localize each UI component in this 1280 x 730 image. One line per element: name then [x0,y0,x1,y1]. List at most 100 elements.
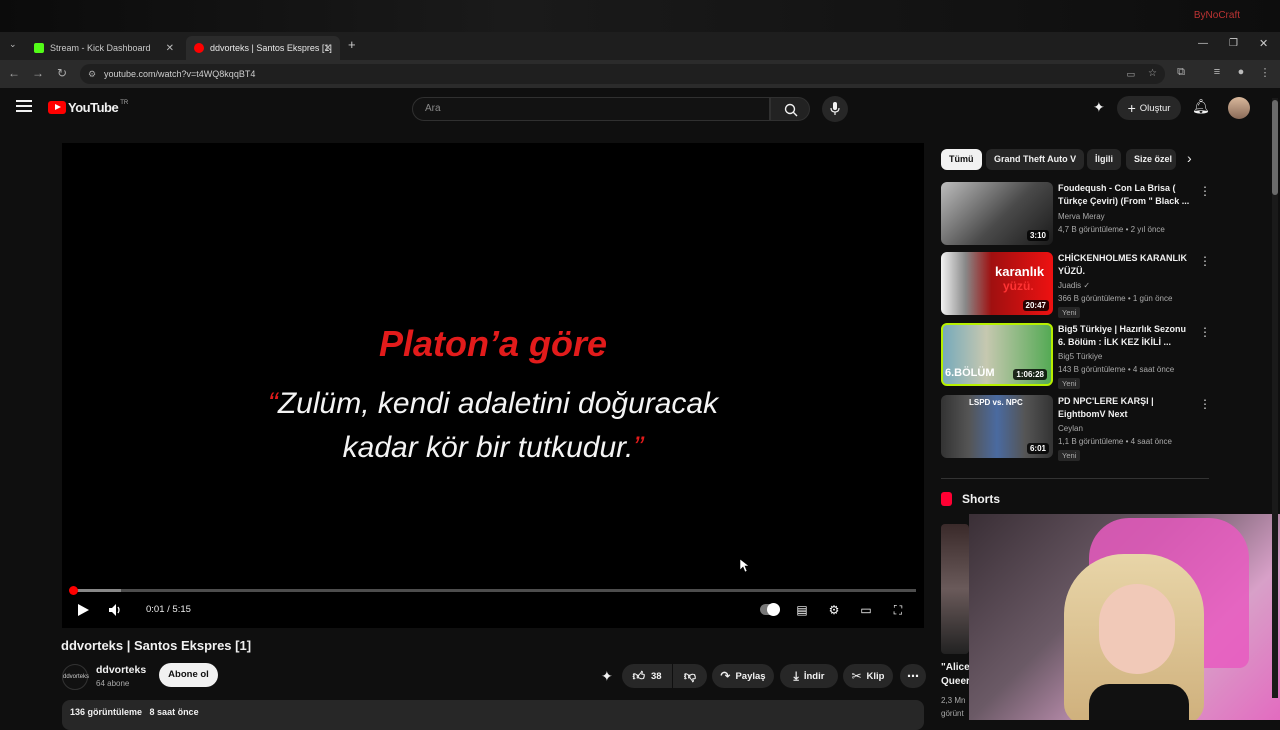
microphone-icon [830,102,840,115]
thumbs-up-icon: 👍︎ [632,668,645,683]
account-avatar[interactable] [1228,97,1250,119]
thumb-text: LSPD vs. NPC [969,398,1023,407]
rec-channel[interactable]: Juadis ✓ [1058,281,1090,290]
short-title[interactable]: "Alice Queer [941,661,971,689]
profile-icon[interactable]: ● [1233,66,1249,78]
download-label: İndir [803,670,825,682]
quote-open-mark: “ [267,387,278,420]
play-icon[interactable] [76,603,90,617]
more-actions-button[interactable]: ⋯ [900,664,926,688]
scrollbar-thumb[interactable] [1272,100,1278,195]
new-tab-plus-icon[interactable]: + [348,37,356,52]
kick-favicon-icon [34,43,44,53]
notifications-bell-icon[interactable]: 🔔︎ [1192,98,1210,115]
stream-top-strip: ByNoCraft [0,0,1280,32]
description-box[interactable]: 136 görüntüleme 8 saat önce [62,700,924,730]
video-thumbnail[interactable]: 3:10 [941,182,1053,245]
ask-sparkle-icon[interactable]: ✦ [601,668,613,685]
rec-channel[interactable]: Big5 Türkiye [1058,352,1102,361]
autoplay-toggle[interactable] [760,603,780,616]
divider [941,478,1209,479]
channel-name[interactable]: ddvorteks [96,664,146,676]
restore-icon[interactable]: ❐ [1229,38,1238,49]
back-arrow-icon[interactable]: ← [6,66,22,80]
youtube-logo[interactable]: YouTube TR [48,100,128,115]
cast-icon[interactable]: ▭ [1126,64,1135,84]
video-thumbnail[interactable]: 6.BÖLÜM 1:06:28 [941,323,1053,386]
media-control-icon[interactable]: ≡ [1209,66,1225,78]
recommendation-item[interactable]: 3:10 Foudeqush - Con La Brisa ( Türkçe Ç… [941,182,1211,248]
address-bar[interactable]: ⚙ youtube.com/watch?v=t4WQ8kqqBT4 ▭ ☆ [80,64,1165,84]
browser-menu-icon[interactable]: ⋮ [1257,66,1273,79]
rec-channel[interactable]: Ceylan [1058,424,1083,433]
hamburger-menu-icon[interactable] [16,100,32,112]
search-input[interactable]: Ara [412,97,770,121]
more-vertical-icon[interactable]: ⋮ [1199,397,1211,411]
rec-title[interactable]: CHİCKENHOLMES KARANLIK YÜZÜ. [1058,252,1194,278]
close-tab-icon[interactable]: ✕ [324,43,332,54]
mouse-cursor-icon [740,559,750,573]
extensions-icon[interactable]: ⧉ [1173,66,1189,79]
video-thumbnail[interactable]: karanlık yüzü. 20:47 [941,252,1053,315]
chip-for-you[interactable]: Size özel [1126,149,1176,170]
video-title: ddvorteks | Santos Ekspres [1] [61,638,252,653]
dislike-button[interactable]: 👎︎ [673,664,707,688]
clip-button[interactable]: ✂ Klip [843,664,893,688]
volume-icon[interactable] [108,603,124,617]
tab-kick-dashboard[interactable]: Stream - Kick Dashboard ✕ [26,36,182,60]
like-button[interactable]: 👍︎ 38 [622,664,672,688]
quote-line-2-text: kadar kör bir tutkudur. [342,431,634,464]
chip-gta-v[interactable]: Grand Theft Auto V [986,149,1085,170]
recommendation-item[interactable]: karanlık yüzü. 20:47 CHİCKENHOLMES KARAN… [941,252,1211,318]
thumb-text: yüzü. [1003,279,1034,293]
theater-mode-icon[interactable]: ▭ [857,601,875,619]
more-vertical-icon[interactable]: ⋮ [1199,325,1211,339]
video-thumbnail[interactable]: LSPD vs. NPC 6:01 [941,395,1053,458]
voice-search-button[interactable] [822,96,848,122]
duration-badge: 1:06:28 [1013,369,1047,380]
rec-title[interactable]: Foudeqush - Con La Brisa ( Türkçe Çeviri… [1058,182,1194,208]
upload-time: 8 saat önce [149,707,199,717]
rec-channel[interactable]: Merva Meray [1058,212,1105,221]
subtitles-icon[interactable]: ▤ [793,601,811,619]
gemini-sparkle-icon[interactable]: ✦ [1093,99,1105,116]
short-title-line: "Alice [941,662,970,673]
forward-arrow-icon[interactable]: → [30,66,46,80]
recommendation-item[interactable]: 6.BÖLÜM 1:06:28 Big5 Türkiye | Hazırlık … [941,323,1211,389]
bookmark-star-icon[interactable]: ☆ [1148,64,1157,84]
more-vertical-icon[interactable]: ⋮ [1199,184,1211,198]
video-player[interactable]: Platon’a göre “Zulüm, kendi adaletini do… [62,143,924,628]
tab-youtube-video[interactable]: ddvorteks | Santos Ekspres [1] ✕ [186,36,340,60]
shorts-heading: Shorts [941,492,1000,506]
rec-title[interactable]: PD NPC'LERE KARŞI | EightbomV Next [1058,395,1194,421]
rec-title[interactable]: Big5 Türkiye | Hazırlık Sezonu 6. Bölüm … [1058,323,1194,349]
close-window-icon[interactable]: ✕ [1259,37,1268,50]
duration-badge: 20:47 [1022,300,1049,311]
browser-toolbar: ← → ↻ ⚙ youtube.com/watch?v=t4WQ8kqqBT4 … [0,60,1280,88]
scrubber-handle[interactable] [68,586,78,595]
download-button[interactable]: ⤓ İndir [780,664,838,688]
share-button[interactable]: ↷ Paylaş [712,664,774,688]
search-button[interactable] [770,97,810,121]
chip-all[interactable]: Tümü [941,149,982,170]
close-tab-icon[interactable]: ✕ [166,43,174,54]
create-button[interactable]: + Oluştur [1117,96,1181,120]
settings-gear-icon[interactable]: ⚙ [825,601,843,619]
tab-list-chevron-icon[interactable]: ⌄ [9,39,17,50]
site-info-icon[interactable]: ⚙ [88,64,96,84]
more-vertical-icon[interactable]: ⋮ [1199,254,1211,268]
short-thumbnail[interactable] [941,524,969,654]
progress-bar[interactable] [68,586,916,595]
subscriber-count: 64 abone [96,679,130,688]
like-count: 38 [650,670,662,682]
channel-avatar[interactable]: ddvorteks [62,664,89,690]
browser-tab-bar: ⌄ Stream - Kick Dashboard ✕ ddvorteks | … [0,32,1280,60]
reload-icon[interactable]: ↻ [54,66,70,80]
chevron-right-icon[interactable]: › [1187,150,1192,166]
subscribe-button[interactable]: Abone ol [159,663,218,687]
fullscreen-icon[interactable]: ⛶ [889,601,907,619]
chip-related[interactable]: İlgili [1087,149,1121,170]
minimize-icon[interactable]: — [1198,38,1208,49]
more-horizontal-icon: ⋯ [907,669,919,683]
recommendation-item[interactable]: LSPD vs. NPC 6:01 PD NPC'LERE KARŞI | Ei… [941,395,1211,461]
